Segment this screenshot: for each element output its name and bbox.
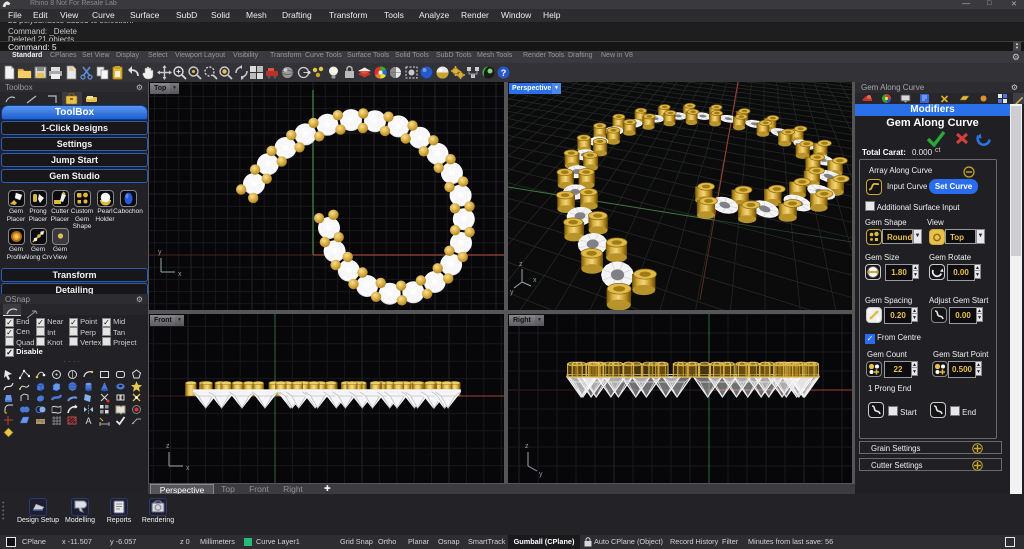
svg-text:?: ?: [501, 68, 507, 78]
svg-text:x: x: [533, 277, 537, 284]
svg-text:y: y: [539, 471, 543, 478]
svg-text:y: y: [510, 289, 514, 296]
svg-text:A: A: [85, 416, 91, 426]
svg-text:x: x: [186, 465, 190, 472]
svg-text:x: x: [178, 271, 182, 278]
svg-text:z: z: [166, 443, 170, 450]
svg-text:y: y: [158, 249, 162, 256]
svg-text:z: z: [525, 443, 529, 450]
svg-text:z: z: [519, 261, 523, 268]
